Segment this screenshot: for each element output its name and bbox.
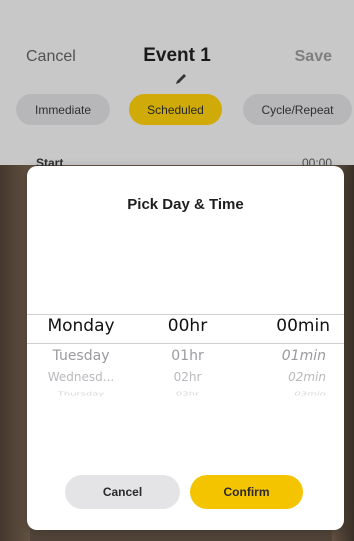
day-option[interactable]: Wednesd... bbox=[27, 370, 135, 384]
pick-day-time-dialog: Pick Day & Time Monday Tuesday Wednesd..… bbox=[27, 166, 344, 530]
dialog-title: Pick Day & Time bbox=[127, 196, 244, 213]
minute-option[interactable]: 00min bbox=[240, 316, 344, 336]
hour-option[interactable]: 01hr bbox=[135, 348, 240, 364]
hour-option[interactable]: 02hr bbox=[135, 370, 240, 384]
picker-fade bbox=[27, 402, 344, 432]
hour-option[interactable]: 03hr bbox=[135, 391, 240, 397]
minute-option[interactable]: 02min bbox=[240, 370, 344, 384]
minute-option[interactable]: 03min bbox=[240, 391, 344, 397]
day-option[interactable]: Monday bbox=[27, 316, 135, 336]
minute-option[interactable]: 01min bbox=[240, 348, 344, 364]
day-option[interactable]: Tuesday bbox=[27, 348, 135, 364]
dialog-confirm-button[interactable]: Confirm bbox=[190, 475, 303, 509]
hour-option[interactable]: 00hr bbox=[135, 316, 240, 336]
day-option[interactable]: Thursday bbox=[27, 391, 135, 397]
dialog-cancel-button[interactable]: Cancel bbox=[65, 475, 180, 509]
